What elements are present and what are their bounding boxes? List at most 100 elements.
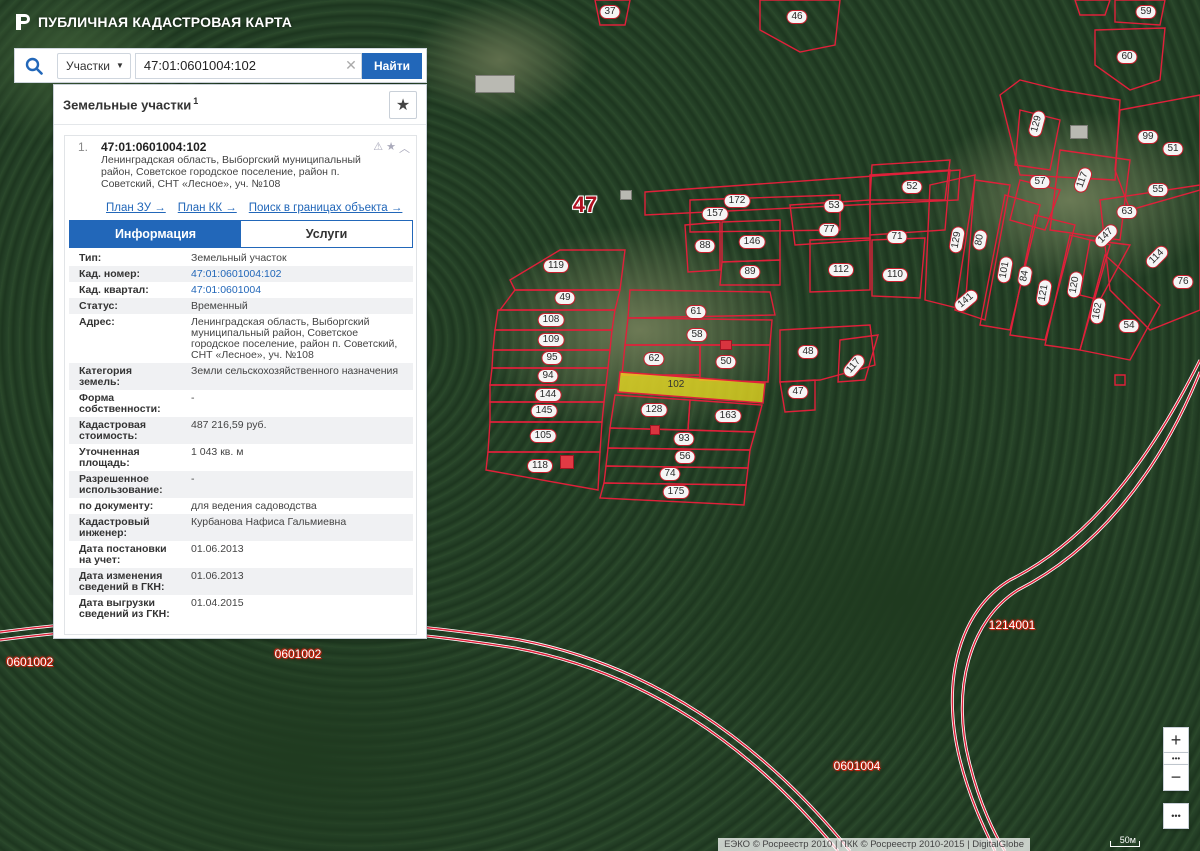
plan-kk-link[interactable]: План КК → bbox=[178, 202, 237, 214]
plot-label[interactable]: 47 bbox=[787, 385, 809, 399]
plot-label[interactable]: 49 bbox=[554, 291, 576, 305]
find-button[interactable]: Найти bbox=[362, 52, 422, 79]
plot-label[interactable]: 46 bbox=[786, 10, 808, 24]
plot-label[interactable]: 76 bbox=[1172, 275, 1194, 289]
plot-label[interactable]: 63 bbox=[1116, 205, 1138, 219]
search-in-bounds-link[interactable]: Поиск в границах объекта → bbox=[249, 202, 403, 214]
panel-header: Земельные участки 1 ★ bbox=[54, 85, 426, 125]
quarter-label: 0601004 bbox=[833, 759, 881, 773]
result-cad-number[interactable]: 47:01:0601004:102 bbox=[101, 140, 206, 154]
info-key: Разрешенное использование: bbox=[69, 471, 181, 498]
table-row: Дата изменения сведений в ГКН: 01.06.2013 bbox=[69, 568, 413, 595]
plot-label[interactable]: 128 bbox=[640, 403, 668, 417]
warning-icon[interactable]: ⚠ bbox=[373, 140, 383, 156]
plot-label[interactable]: 175 bbox=[662, 485, 690, 499]
search-input[interactable] bbox=[135, 58, 342, 73]
zoom-level-handle[interactable]: ••• bbox=[1163, 753, 1189, 765]
plot-label[interactable]: 95 bbox=[541, 351, 563, 365]
info-key: Адрес: bbox=[79, 316, 115, 328]
plot-label[interactable]: 145 bbox=[530, 404, 558, 418]
plot-label[interactable]: 54 bbox=[1118, 319, 1140, 333]
map-attribution: ЕЭКО © Росреестр 2010 | ПКК © Росреестр … bbox=[718, 838, 1030, 851]
plot-label[interactable]: 119 bbox=[543, 259, 569, 273]
plot-label[interactable]: 50 bbox=[715, 355, 737, 369]
more-options-button[interactable]: ••• bbox=[1163, 803, 1189, 829]
plot-label[interactable]: 48 bbox=[797, 345, 819, 359]
info-table: Тип: Земельный участок Кад. номер: 47:01:0… bbox=[69, 250, 413, 622]
plot-label[interactable]: 163 bbox=[714, 409, 742, 423]
quarter-label: 0601002 bbox=[6, 655, 54, 669]
chevron-up-icon[interactable]: ︿ bbox=[399, 140, 410, 156]
plot-label[interactable]: 59 bbox=[1135, 5, 1157, 19]
info-value: Земельный участок bbox=[191, 252, 287, 264]
plot-label[interactable]: 109 bbox=[537, 333, 565, 347]
zoom-out-button[interactable]: − bbox=[1163, 765, 1189, 791]
favorites-button[interactable]: ★ bbox=[389, 91, 417, 119]
plot-label[interactable]: 60 bbox=[1116, 50, 1138, 64]
info-value: Ленинградская область, Выборгский муници… bbox=[191, 316, 398, 361]
plot-label[interactable]: 74 bbox=[659, 467, 681, 481]
plot-label[interactable]: 146 bbox=[738, 235, 766, 249]
plot-label[interactable]: 51 bbox=[1162, 142, 1184, 156]
plot-label[interactable]: 88 bbox=[694, 239, 716, 253]
info-value: Земли сельскохозяйственного назначения bbox=[181, 363, 413, 390]
table-row: Разрешенное использование: - bbox=[69, 471, 413, 498]
plot-label[interactable]: 62 bbox=[643, 352, 665, 366]
zoom-in-button[interactable]: + bbox=[1163, 727, 1189, 753]
result-address: Ленинградская область, Выборгский муници… bbox=[101, 154, 361, 190]
plot-label[interactable]: 112 bbox=[828, 263, 854, 277]
plot-label[interactable]: 77 bbox=[818, 223, 840, 237]
plot-label[interactable]: 57 bbox=[1029, 175, 1051, 189]
plot-label[interactable]: 89 bbox=[739, 265, 761, 279]
plot-label-selected[interactable]: 102 bbox=[664, 379, 689, 391]
app-title: ПУБЛИЧНАЯ КАДАСТРОВАЯ КАРТА bbox=[38, 14, 293, 30]
plot-label[interactable]: 118 bbox=[527, 459, 553, 473]
plot-label[interactable]: 53 bbox=[823, 199, 845, 213]
search-bar: Участки ▼ ✕ Найти bbox=[14, 48, 427, 83]
star-icon[interactable]: ★ bbox=[386, 140, 396, 156]
plan-zu-link[interactable]: План ЗУ → bbox=[106, 202, 166, 214]
info-key: Тип: bbox=[79, 252, 102, 264]
building bbox=[620, 190, 632, 200]
info-value-link[interactable]: 47:01:0601004 bbox=[181, 282, 413, 298]
tab-services[interactable]: Услуги bbox=[241, 221, 412, 247]
table-row: Форма собственности: - bbox=[69, 390, 413, 417]
info-value: 1 043 кв. м bbox=[191, 446, 244, 458]
clear-icon[interactable]: ✕ bbox=[341, 57, 361, 74]
plot-label[interactable]: 110 bbox=[882, 268, 908, 282]
result-card: 1. 47:01:0601004:102 Ленинградская облас… bbox=[64, 135, 417, 635]
plot-label[interactable]: 61 bbox=[685, 305, 707, 319]
tab-info[interactable]: Информация bbox=[70, 221, 241, 247]
search-type-label: Участки bbox=[66, 58, 110, 73]
plot-label[interactable]: 157 bbox=[701, 207, 729, 221]
info-key: Кадастровая стоимость: bbox=[69, 417, 181, 444]
table-row: Кад. квартал: 47:01:0601004 bbox=[69, 282, 413, 298]
plot-label[interactable]: 105 bbox=[529, 429, 557, 443]
info-key: Форма собственности: bbox=[79, 392, 161, 415]
plot-label[interactable]: 58 bbox=[686, 328, 708, 342]
table-row: Кадастровый инженер: Курбанова Нафиса Гал… bbox=[69, 514, 413, 541]
plot-label[interactable]: 56 bbox=[674, 450, 696, 464]
info-value: 487 216,59 руб. bbox=[181, 417, 413, 444]
plot-label[interactable]: 94 bbox=[537, 369, 559, 383]
building bbox=[1070, 125, 1088, 139]
search-type-dropdown[interactable]: Участки ▼ bbox=[57, 52, 131, 79]
info-key: по документу: bbox=[79, 500, 154, 512]
search-field: ✕ bbox=[134, 52, 363, 79]
plot-label[interactable]: 108 bbox=[537, 313, 565, 327]
plot-label[interactable]: 144 bbox=[534, 388, 562, 402]
search-icon[interactable] bbox=[15, 49, 53, 82]
table-row: Дата постановки на учет: 01.06.2013 bbox=[69, 541, 413, 568]
plot-label[interactable]: 172 bbox=[723, 194, 751, 208]
plot-label[interactable]: 99 bbox=[1137, 130, 1159, 144]
info-value-link[interactable]: 47:01:0601004:102 bbox=[181, 266, 413, 282]
result-index: 1. bbox=[78, 140, 89, 154]
info-value: 01.04.2015 bbox=[191, 597, 244, 609]
info-value: Временный bbox=[181, 298, 413, 314]
plot-label[interactable]: 93 bbox=[673, 432, 695, 446]
info-key: Кад. номер: bbox=[69, 266, 181, 282]
plot-label[interactable]: 37 bbox=[599, 5, 621, 19]
plot-label[interactable]: 52 bbox=[901, 180, 923, 194]
plot-label[interactable]: 71 bbox=[886, 230, 908, 244]
plot-label[interactable]: 55 bbox=[1147, 183, 1169, 197]
